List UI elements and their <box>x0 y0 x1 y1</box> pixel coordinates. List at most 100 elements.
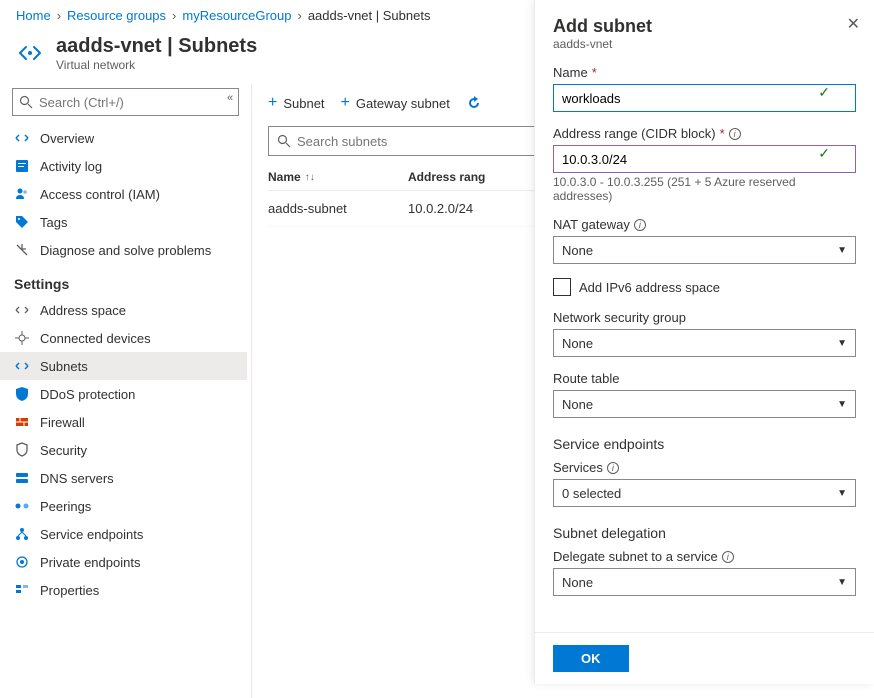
sidebar-item-label: Connected devices <box>40 331 151 346</box>
nsg-label: Network security group <box>553 310 856 325</box>
toolbar-label: Gateway subnet <box>356 96 450 111</box>
close-panel-button[interactable]: ✕ <box>847 14 860 34</box>
sidebar-item-dns[interactable]: DNS servers <box>0 464 247 492</box>
info-icon[interactable]: i <box>722 551 734 563</box>
sidebar-item-overview[interactable]: Overview <box>0 124 247 152</box>
search-icon <box>19 95 33 109</box>
sidebar-item-properties[interactable]: Properties <box>0 576 247 604</box>
add-gateway-subnet-button[interactable]: + Gateway subnet <box>341 94 450 112</box>
sidebar-item-diagnose[interactable]: Diagnose and solve problems <box>0 236 247 264</box>
sidebar-item-peerings[interactable]: Peerings <box>0 492 247 520</box>
shield-icon <box>14 386 30 402</box>
address-icon <box>14 302 30 318</box>
sidebar-item-label: Subnets <box>40 359 88 374</box>
info-icon[interactable]: i <box>607 462 619 474</box>
address-range-input[interactable] <box>553 145 856 173</box>
people-icon <box>14 186 30 202</box>
breadcrumb-my-resource-group[interactable]: myResourceGroup <box>182 8 291 23</box>
sidebar-section-settings: Settings <box>0 264 247 296</box>
address-range-label: Address range (CIDR block)* i <box>553 126 856 141</box>
nsg-select[interactable]: None ▼ <box>553 329 856 357</box>
private-endpoints-icon <box>14 554 30 570</box>
ok-button[interactable]: OK <box>553 645 629 672</box>
page-title: aadds-vnet | Subnets <box>56 35 257 58</box>
add-subnet-panel: ✕ Add subnet aadds-vnet Name* ✓ Address … <box>534 0 874 684</box>
sidebar-item-label: Service endpoints <box>40 527 143 542</box>
info-icon[interactable]: i <box>729 128 741 140</box>
refresh-button[interactable] <box>466 95 482 111</box>
sidebar-item-subnets[interactable]: Subnets <box>0 352 247 380</box>
route-table-label: Route table <box>553 371 856 386</box>
select-value: None <box>562 243 593 258</box>
subnets-icon <box>14 358 30 374</box>
sidebar-item-label: Firewall <box>40 415 85 430</box>
route-table-select[interactable]: None ▼ <box>553 390 856 418</box>
sidebar-item-ddos[interactable]: DDoS protection <box>0 380 247 408</box>
nat-gateway-label: NAT gateway i <box>553 217 856 232</box>
sidebar-item-firewall[interactable]: Firewall <box>0 408 247 436</box>
column-label: Address rang <box>408 170 485 184</box>
sidebar-item-label: DDoS protection <box>40 387 135 402</box>
security-icon <box>14 442 30 458</box>
sidebar-search-input[interactable] <box>33 95 232 110</box>
search-icon <box>277 134 291 148</box>
select-value: 0 selected <box>562 486 621 501</box>
select-value: None <box>562 336 593 351</box>
sidebar-item-label: Private endpoints <box>40 555 140 570</box>
sidebar-item-connected-devices[interactable]: Connected devices <box>0 324 247 352</box>
breadcrumb-current: aadds-vnet | Subnets <box>308 8 431 23</box>
collapse-sidebar-button[interactable]: « <box>227 92 247 112</box>
services-select[interactable]: 0 selected ▼ <box>553 479 856 507</box>
sidebar-item-address-space[interactable]: Address space <box>0 296 247 324</box>
sidebar-item-service-endpoints[interactable]: Service endpoints <box>0 520 247 548</box>
nat-gateway-select[interactable]: None ▼ <box>553 236 856 264</box>
vnet-icon <box>16 39 44 67</box>
breadcrumb-home[interactable]: Home <box>16 8 51 23</box>
vnet-icon <box>14 130 30 146</box>
chevron-down-icon: ▼ <box>837 577 847 588</box>
sidebar-item-label: Diagnose and solve problems <box>40 243 211 258</box>
toolbar-label: Subnet <box>283 96 324 111</box>
sidebar-item-label: Address space <box>40 303 126 318</box>
sidebar-item-activity-log[interactable]: Activity log <box>0 152 247 180</box>
column-name[interactable]: Name ↑↓ <box>268 170 408 184</box>
column-label: Name <box>268 170 301 184</box>
chevron-down-icon: ▼ <box>837 399 847 410</box>
select-value: None <box>562 397 593 412</box>
breadcrumb-sep: › <box>297 8 301 23</box>
valid-check-icon: ✓ <box>818 145 830 162</box>
sidebar-item-tags[interactable]: Tags <box>0 208 247 236</box>
plus-icon: + <box>341 94 350 112</box>
add-subnet-button[interactable]: + Subnet <box>268 94 325 112</box>
sidebar-item-label: Tags <box>40 215 67 230</box>
breadcrumb-resource-groups[interactable]: Resource groups <box>67 8 166 23</box>
ipv6-checkbox-row[interactable]: Add IPv6 address space <box>553 278 856 296</box>
sidebar-item-label: Properties <box>40 583 99 598</box>
subnet-name-input[interactable] <box>553 84 856 112</box>
sidebar-item-security[interactable]: Security <box>0 436 247 464</box>
name-label: Name* <box>553 65 856 80</box>
sidebar-item-label: Security <box>40 443 87 458</box>
cell-name: aadds-subnet <box>268 201 408 216</box>
checkbox[interactable] <box>553 278 571 296</box>
diagnose-icon <box>14 242 30 258</box>
sidebar-item-label: Access control (IAM) <box>40 187 160 202</box>
chevron-down-icon: ▼ <box>837 488 847 499</box>
sidebar-item-label: Peerings <box>40 499 91 514</box>
sidebar-item-label: Overview <box>40 131 94 146</box>
sidebar-item-private-endpoints[interactable]: Private endpoints <box>0 548 247 576</box>
sidebar: « Overview Activity log Access control (… <box>0 84 252 698</box>
ipv6-label: Add IPv6 address space <box>579 280 720 295</box>
sort-icon: ↑↓ <box>305 172 315 183</box>
breadcrumb-sep: › <box>57 8 61 23</box>
panel-title: Add subnet <box>553 16 856 37</box>
subnet-delegation-heading: Subnet delegation <box>553 525 856 541</box>
sidebar-item-iam[interactable]: Access control (IAM) <box>0 180 247 208</box>
plus-icon: + <box>268 94 277 112</box>
delegate-select[interactable]: None ▼ <box>553 568 856 596</box>
peerings-icon <box>14 498 30 514</box>
page-subtitle: Virtual network <box>56 58 257 72</box>
info-icon[interactable]: i <box>634 219 646 231</box>
sidebar-search[interactable] <box>12 88 239 116</box>
column-address-range[interactable]: Address rang <box>408 170 485 184</box>
